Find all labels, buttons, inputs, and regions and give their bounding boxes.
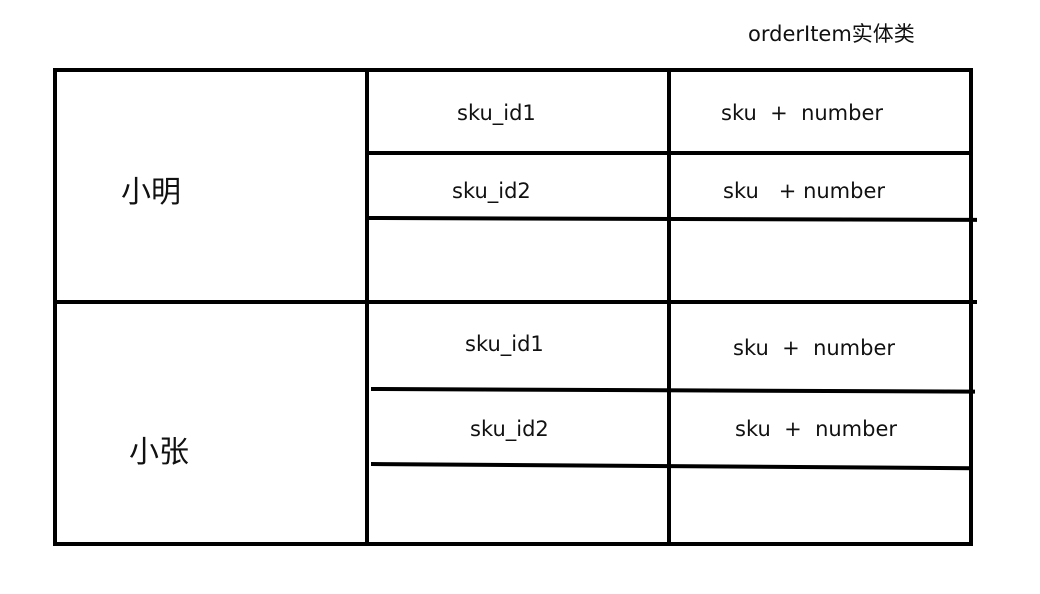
sku-id-cell: sku_id1 xyxy=(457,101,536,125)
order-item-cell: sku + number xyxy=(721,101,884,125)
order-item-cell: sku + number xyxy=(723,179,886,203)
row-divider xyxy=(366,216,978,222)
orderitem-diagram: orderItem实体类 小明 sku_id1 sku + number sku… xyxy=(0,0,1040,594)
order-item-cell: sku + number xyxy=(733,336,896,360)
user-name: 小明 xyxy=(121,175,181,210)
table-border-right xyxy=(969,68,973,546)
diagram-title: orderItem实体类 xyxy=(748,22,915,46)
user-divider xyxy=(53,300,977,304)
table-border-bottom xyxy=(53,542,973,546)
table-border-left xyxy=(53,68,57,546)
row-divider xyxy=(370,387,976,394)
column-divider-user xyxy=(365,68,369,546)
order-item-cell: sku + number xyxy=(735,417,898,441)
sku-id-cell: sku_id1 xyxy=(465,332,544,356)
column-divider-sku xyxy=(667,68,671,546)
row-divider xyxy=(370,462,972,471)
user-name: 小张 xyxy=(129,435,189,470)
table-border-top xyxy=(53,68,973,72)
sku-id-cell: sku_id2 xyxy=(452,179,531,203)
row-divider xyxy=(367,151,971,155)
sku-id-cell: sku_id2 xyxy=(470,417,549,441)
